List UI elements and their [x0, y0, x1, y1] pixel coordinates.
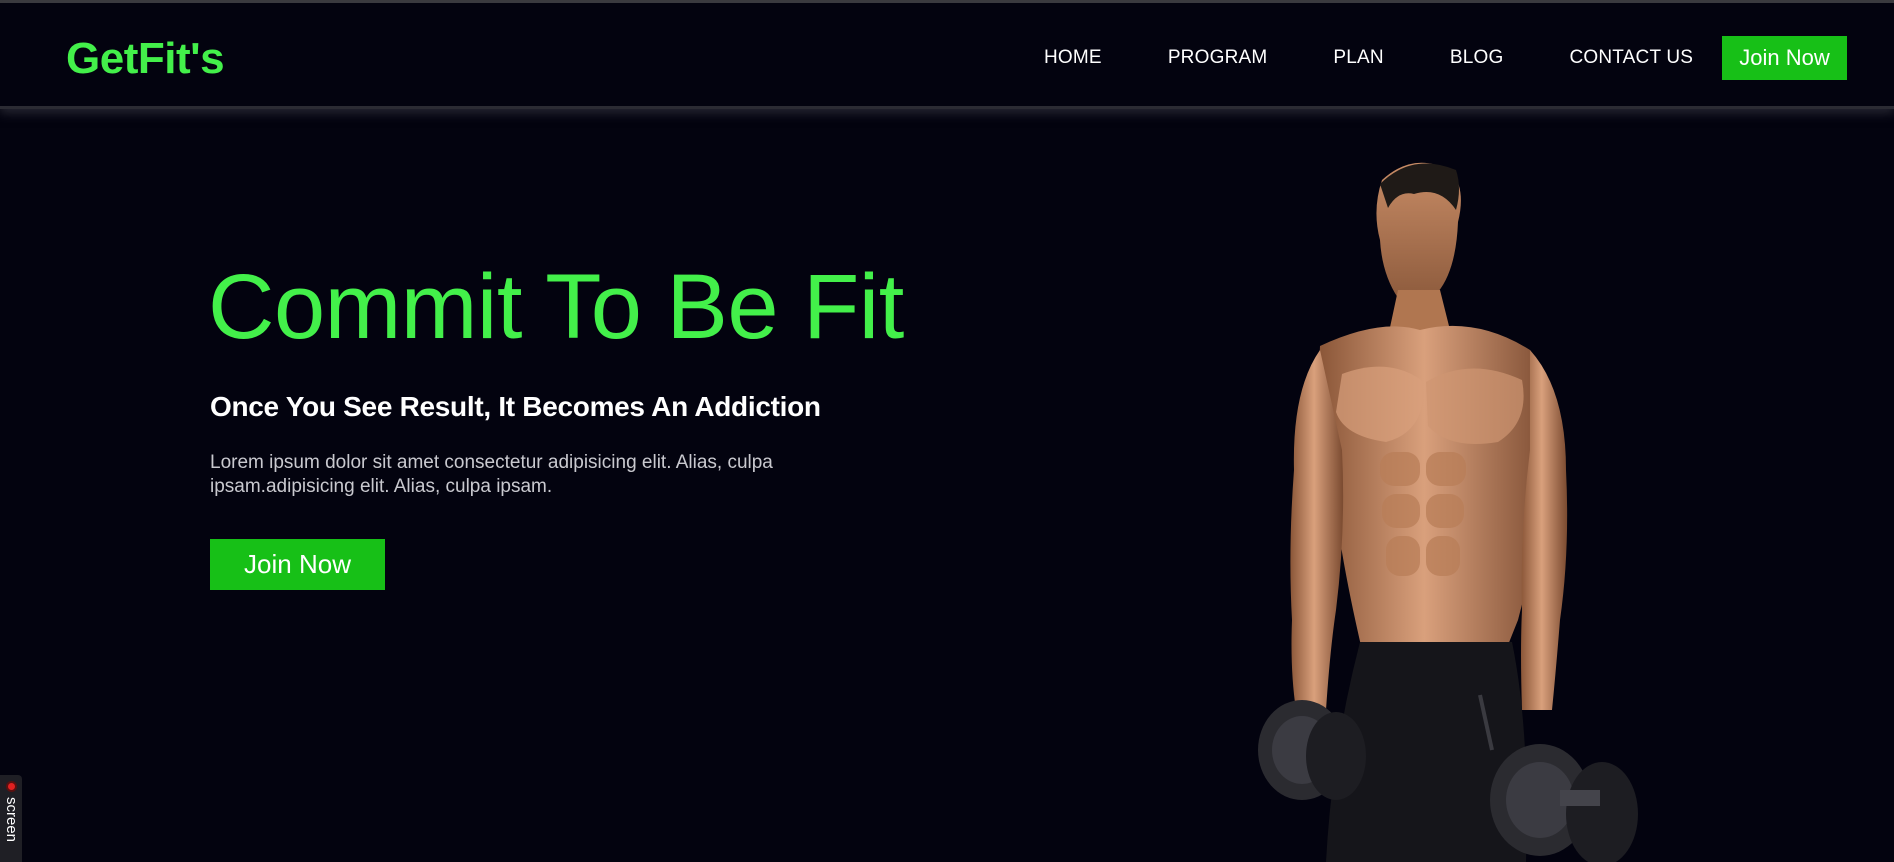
hero-join-now-button[interactable]: Join Now — [210, 539, 385, 590]
nav-join-now-button[interactable]: Join Now — [1722, 36, 1847, 80]
screen-recorder-label: screen — [3, 797, 20, 843]
nav-link-contact-us[interactable]: CONTACT US — [1569, 47, 1693, 68]
hero-description: Lorem ipsum dolor sit amet consectetur a… — [210, 452, 773, 497]
nav-link-blog[interactable]: BLOG — [1450, 47, 1504, 68]
navbar: GetFit's HOME PROGRAM PLAN BLOG CONTACT … — [0, 3, 1894, 109]
brand-logo[interactable]: GetFit's — [66, 33, 225, 85]
athlete-with-dumbbells-icon — [1258, 162, 1638, 862]
nav-item-home: HOME — [1044, 43, 1102, 73]
nav-link-program[interactable]: PROGRAM — [1168, 47, 1268, 68]
hero-subtitle: Once You See Result, It Becomes An Addic… — [210, 391, 821, 422]
dumbbell-right — [1490, 744, 1638, 862]
nav-links: HOME PROGRAM PLAN BLOG CONTACT US — [1044, 43, 1693, 73]
nav-link-home[interactable]: HOME — [1044, 47, 1102, 68]
nav-item-plan: PLAN — [1333, 43, 1383, 73]
nav-item-contact: CONTACT US — [1569, 43, 1693, 73]
nav-link-plan[interactable]: PLAN — [1333, 47, 1383, 68]
nav-item-blog: BLOG — [1450, 43, 1504, 73]
record-dot-icon — [6, 781, 17, 792]
nav-item-program: PROGRAM — [1168, 43, 1268, 73]
screen-recorder-tab[interactable]: screen — [0, 775, 22, 862]
hero-title: Commit To Be Fit — [208, 256, 904, 358]
